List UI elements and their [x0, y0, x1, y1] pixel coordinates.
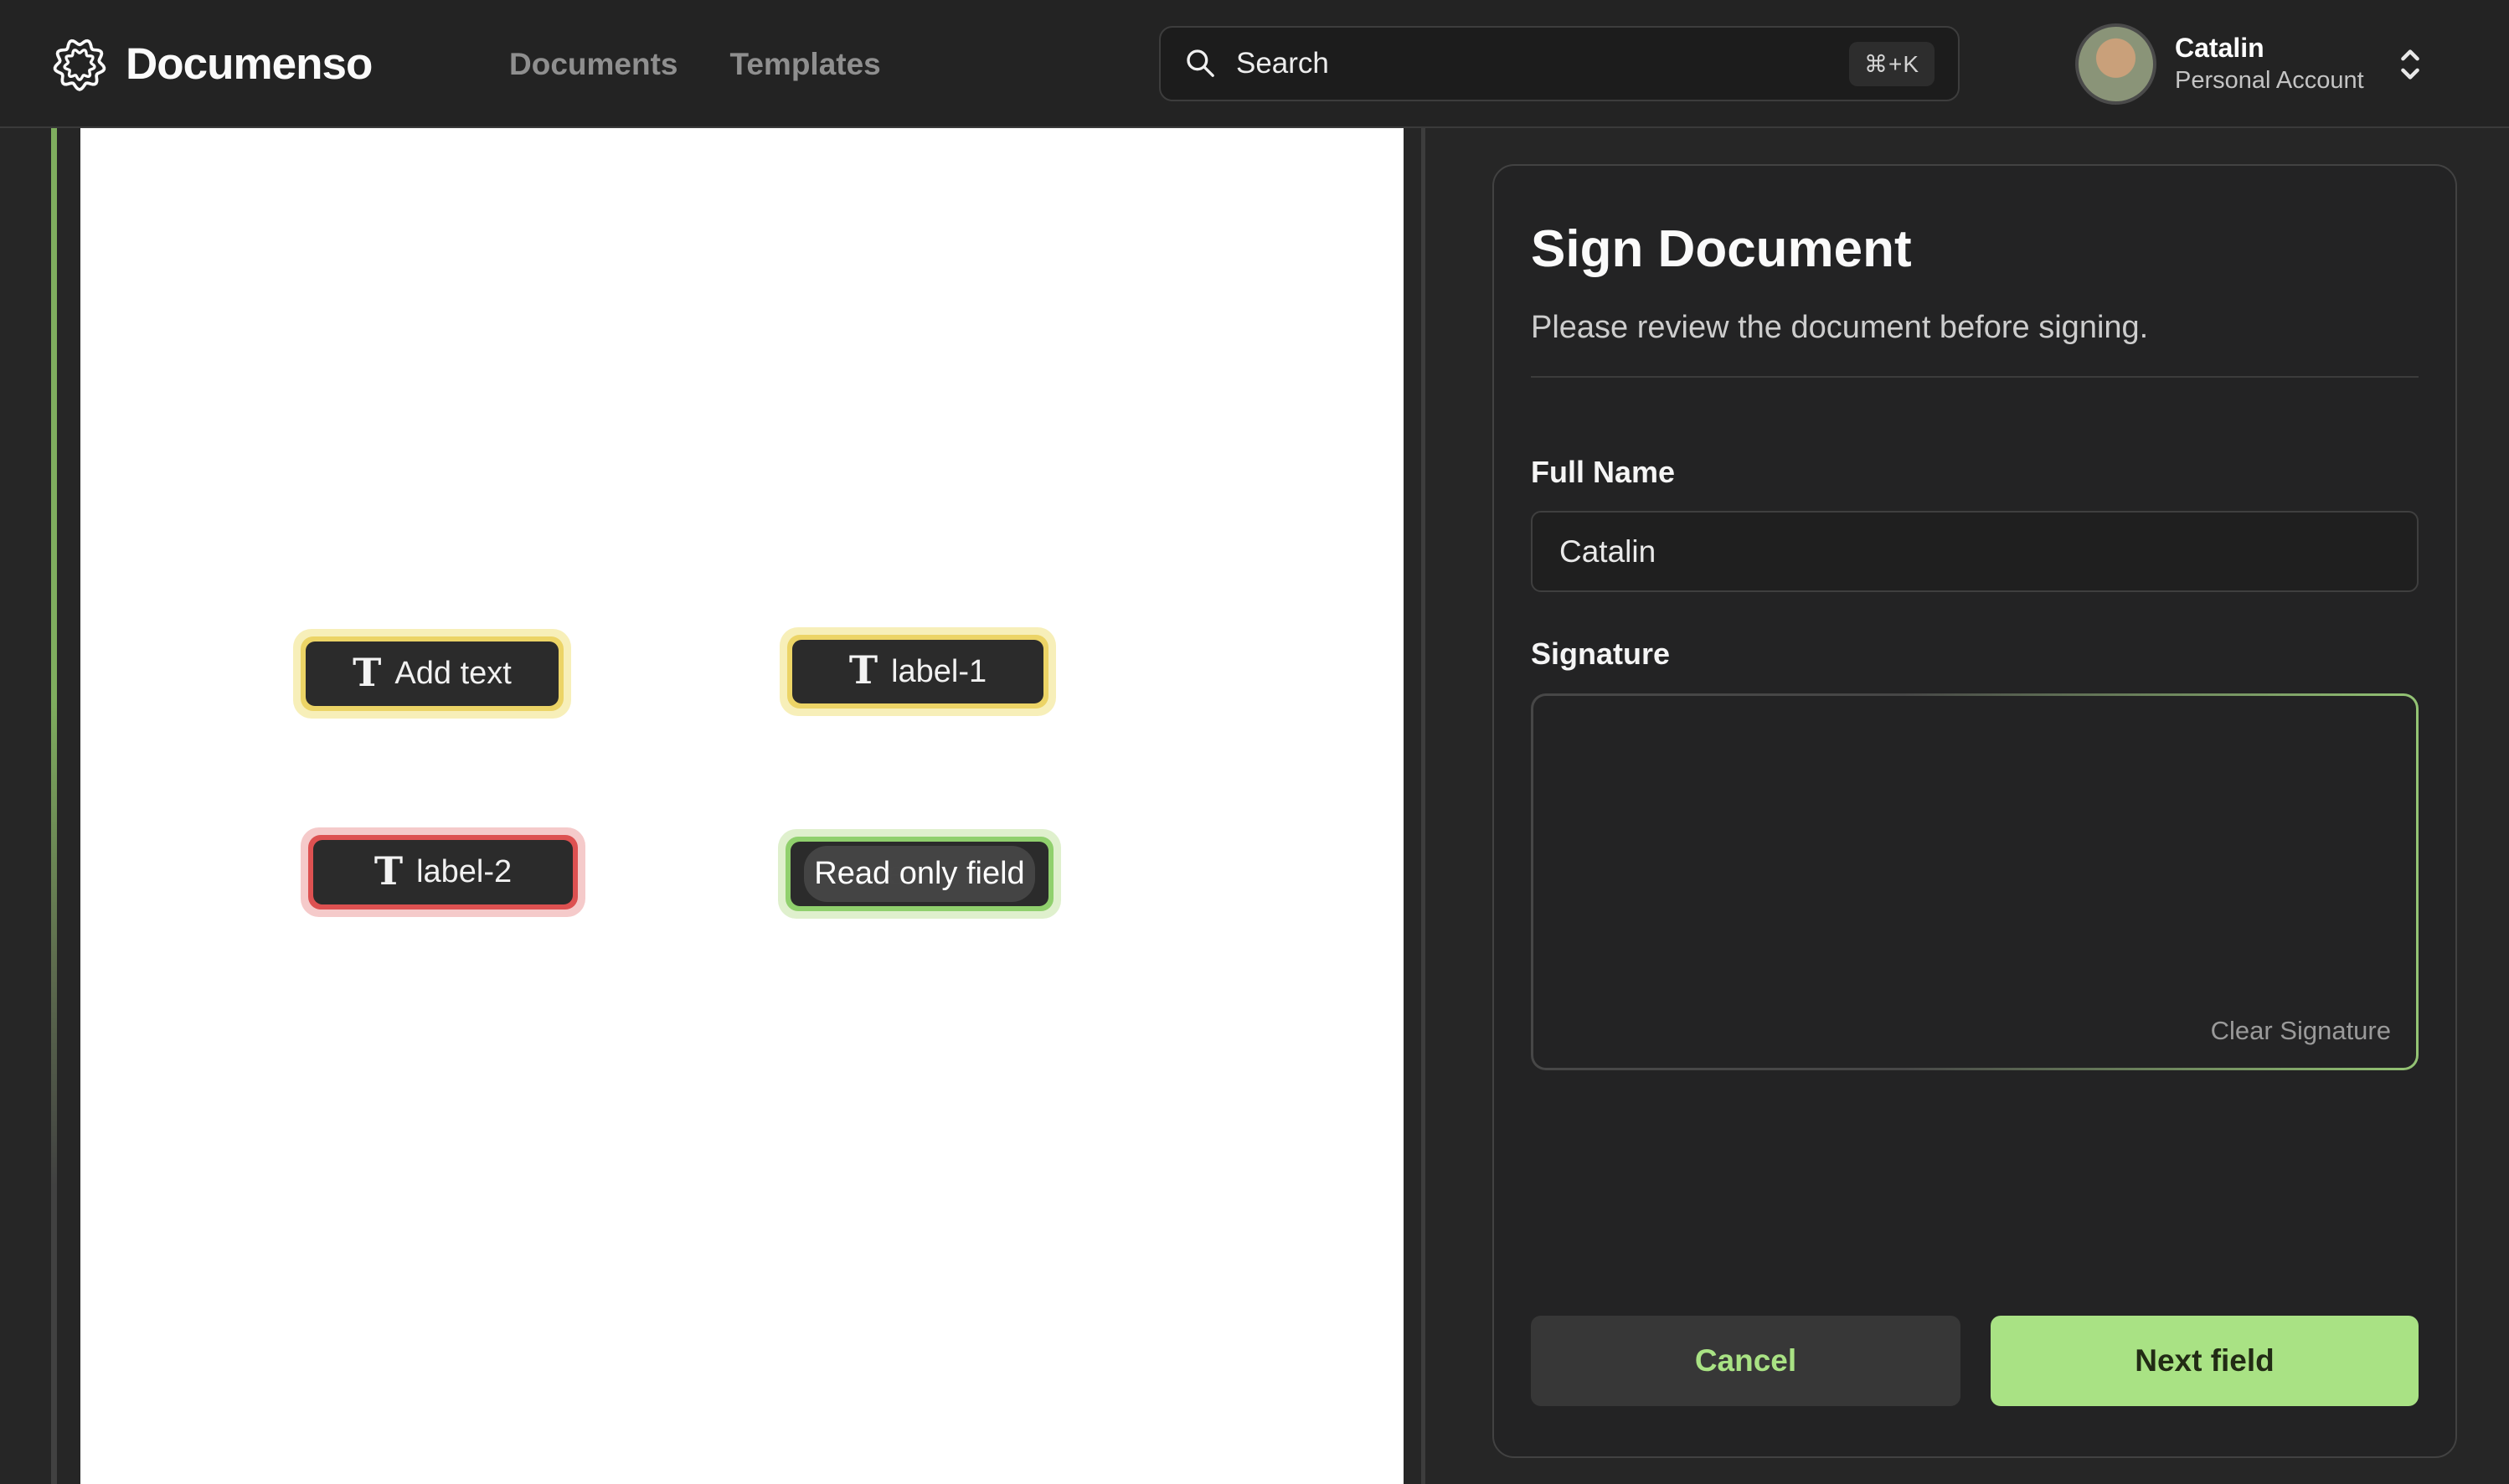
user-account-type: Personal Account — [2175, 68, 2364, 95]
text-field-icon: T — [353, 653, 381, 692]
user-text: Catalin Personal Account — [2175, 33, 2364, 95]
full-name-label: Full Name — [1531, 455, 1675, 490]
document-scroll-indicator[interactable] — [51, 128, 57, 1484]
clear-signature-button[interactable]: Clear Signature — [2211, 1016, 2391, 1046]
search-bar[interactable]: ⌘+K — [1159, 26, 1960, 101]
panel-title: Sign Document — [1531, 219, 1912, 279]
search-input[interactable] — [1236, 47, 1849, 80]
document-page — [80, 128, 1404, 1484]
next-field-button[interactable]: Next field — [1991, 1316, 2419, 1406]
signature-label: Signature — [1531, 636, 1670, 672]
document-panel-divider — [1421, 128, 1425, 1484]
avatar — [2075, 23, 2156, 105]
panel-buttons: Cancel Next field — [1531, 1316, 2419, 1406]
top-navbar: Documenso Documents Templates ⌘+K Catali… — [0, 0, 2509, 128]
app-root: Documenso Documents Templates ⌘+K Catali… — [0, 0, 2509, 1484]
field-label-2[interactable]: T label-2 — [301, 827, 585, 917]
signature-pad[interactable]: Clear Signature — [1533, 696, 2416, 1068]
panel-subtitle: Please review the document before signin… — [1531, 310, 2148, 346]
field-label-1[interactable]: T label-1 — [780, 627, 1056, 716]
sign-document-panel: Sign Document Please review the document… — [1492, 164, 2457, 1458]
chevron-up-down-icon — [2393, 44, 2428, 85]
field-label: label-2 — [416, 854, 512, 890]
cancel-button[interactable]: Cancel — [1531, 1316, 1960, 1406]
panel-divider — [1531, 376, 2419, 378]
logo[interactable]: Documenso — [52, 0, 372, 128]
read-only-tooltip: Read only field — [804, 846, 1035, 902]
user-name: Catalin — [2175, 33, 2364, 63]
logo-text: Documenso — [126, 39, 372, 90]
full-name-input[interactable] — [1531, 511, 2419, 592]
field-label: label-1 — [891, 654, 987, 690]
search-shortcut-badge: ⌘+K — [1849, 42, 1935, 86]
field-label: Add text — [394, 656, 511, 692]
user-menu[interactable]: Catalin Personal Account — [2075, 0, 2428, 128]
signature-pad-border: Clear Signature — [1531, 693, 2419, 1070]
nav-link-templates[interactable]: Templates — [729, 47, 880, 82]
text-field-icon: T — [374, 852, 403, 890]
text-field-icon: T — [849, 651, 878, 689]
nav-link-documents[interactable]: Documents — [509, 47, 677, 82]
search-icon — [1184, 47, 1218, 80]
main-nav: Documents Templates — [509, 0, 881, 128]
documenso-logo-icon — [52, 37, 107, 92]
field-add-text[interactable]: T Add text — [293, 629, 571, 719]
field-read-only[interactable]: text-3 Read only field — [778, 829, 1061, 919]
left-rail — [0, 128, 80, 1484]
